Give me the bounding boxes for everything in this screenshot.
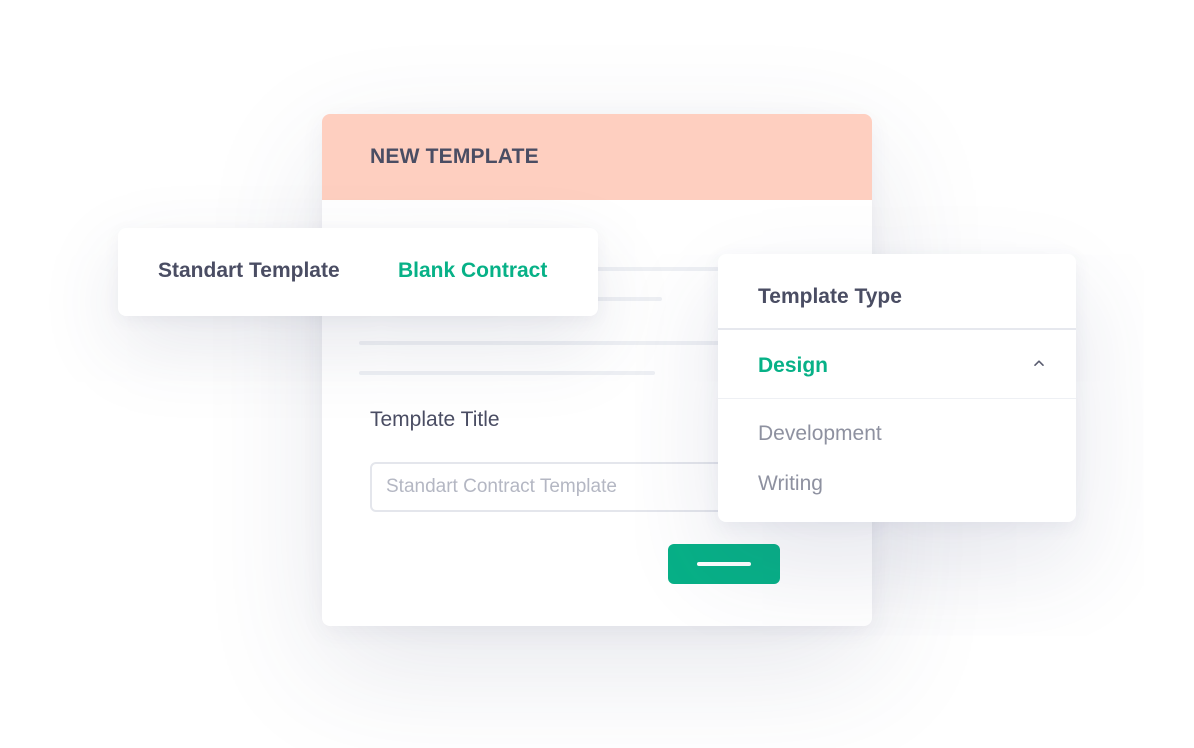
card-header: NEW TEMPLATE bbox=[322, 114, 872, 200]
tab-blank-contract[interactable]: Blank Contract bbox=[398, 259, 547, 283]
card-title: NEW TEMPLATE bbox=[370, 145, 539, 168]
dropdown-option-development[interactable]: Development bbox=[758, 422, 882, 446]
template-title-label: Template Title bbox=[370, 408, 500, 431]
template-tabs: Standart Template Blank Contract bbox=[118, 228, 598, 316]
placeholder-line bbox=[359, 341, 739, 345]
dropdown-option-writing[interactable]: Writing bbox=[758, 472, 823, 496]
selected-option-label: Design bbox=[758, 354, 829, 377]
dropdown-selected-option[interactable]: Design bbox=[718, 330, 1076, 398]
create-template-button[interactable] bbox=[668, 544, 780, 584]
button-label-placeholder bbox=[697, 562, 751, 566]
template-title-input[interactable] bbox=[370, 462, 750, 512]
template-type-dropdown: Template Type Design Development Writing bbox=[718, 254, 1076, 522]
divider bbox=[718, 398, 1076, 399]
tab-standart-template[interactable]: Standart Template bbox=[158, 259, 340, 283]
chevron-up-icon bbox=[1034, 360, 1044, 366]
dropdown-title: Template Type bbox=[758, 285, 902, 308]
placeholder-line bbox=[359, 371, 655, 375]
